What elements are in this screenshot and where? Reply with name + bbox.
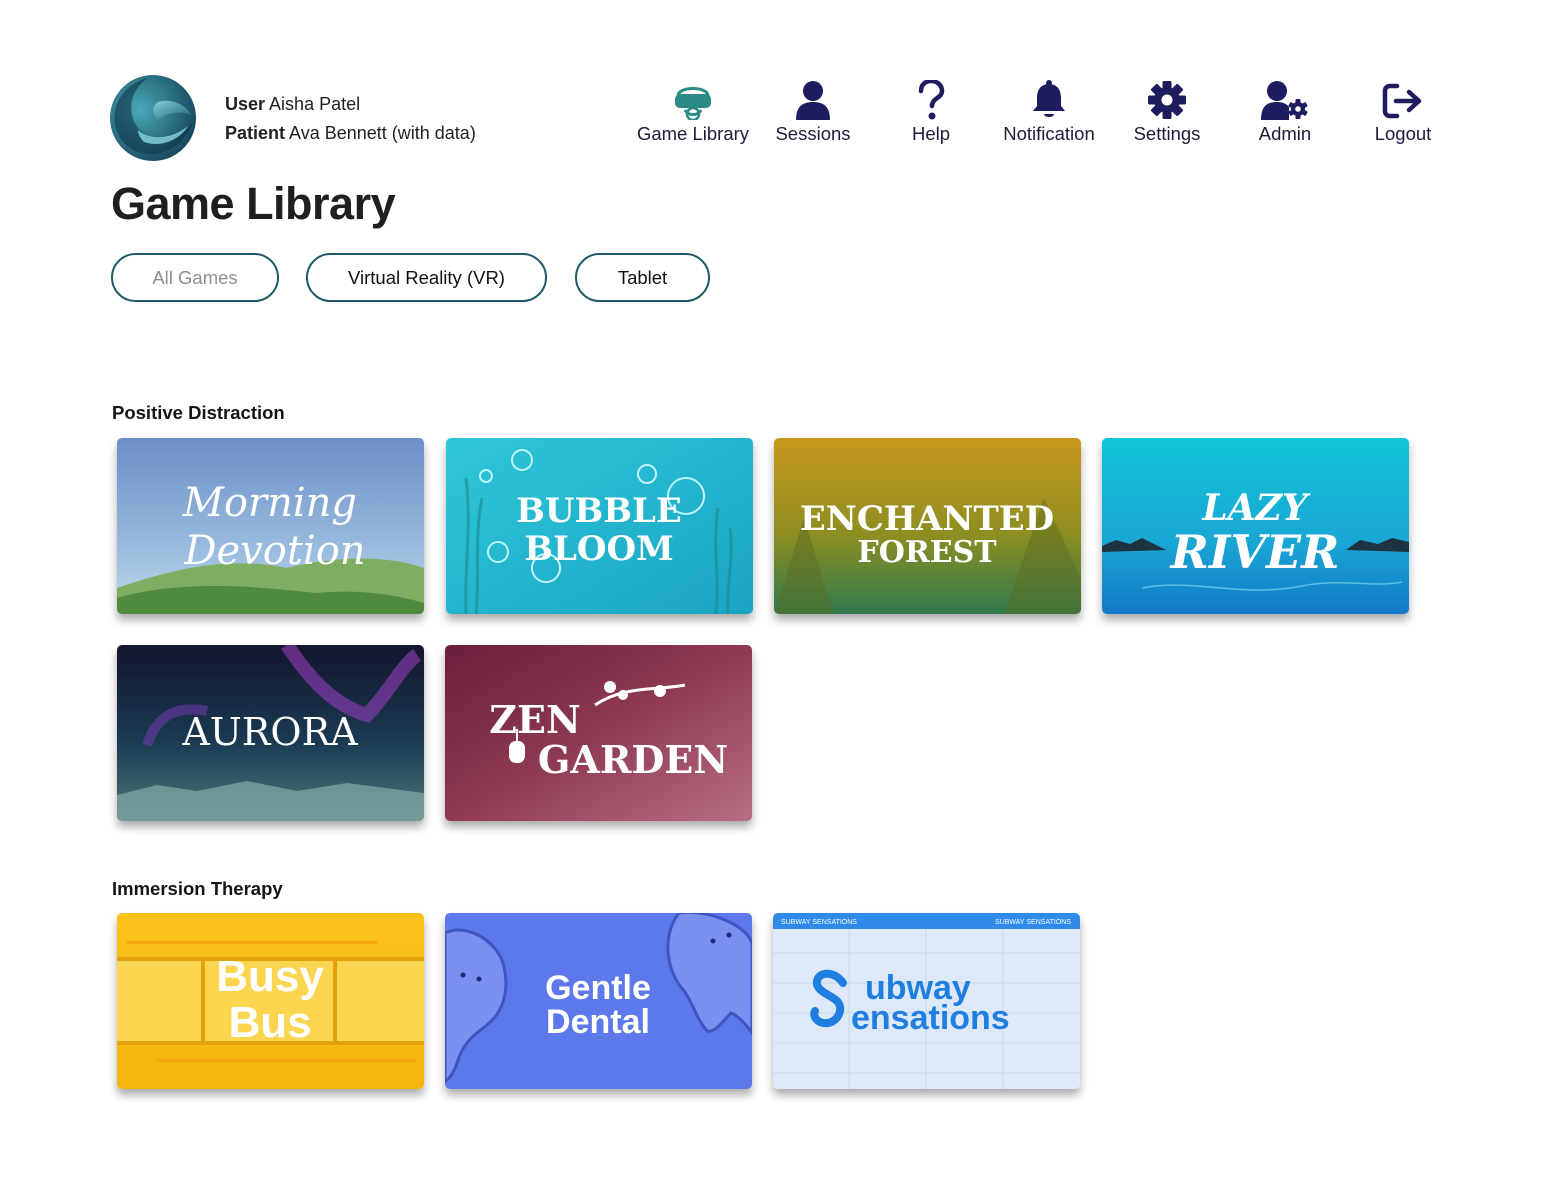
game-title-line2: GARDEN: [538, 737, 728, 782]
nav-game-library[interactable]: Game Library: [623, 76, 763, 145]
game-title-line1: ZEN: [489, 697, 580, 742]
bell-icon: [1033, 80, 1065, 117]
logout-icon: [1382, 83, 1422, 119]
game-card-aurora[interactable]: AURORA: [117, 645, 424, 821]
filter-virtual-reality[interactable]: Virtual Reality (VR): [306, 253, 547, 302]
game-thumbnail-lazy-river: LAZY RIVER: [1102, 438, 1409, 614]
banner-right-text: SUBWAY SENSATIONS: [995, 919, 1071, 926]
user-name: Aisha Patel: [269, 94, 361, 114]
game-title-line1: BUBBLE: [516, 491, 682, 531]
game-title-line1: ENCHANTED: [800, 499, 1054, 539]
game-thumbnail-enchanted-forest: ENCHANTED FOREST: [774, 438, 1081, 614]
game-card-gentle-dental[interactable]: Gentle Dental: [445, 913, 752, 1089]
nav-label-game-library: Game Library: [636, 123, 750, 144]
user-icon: [796, 81, 830, 120]
game-title-line1: Gentle: [545, 969, 651, 1007]
question-icon: [918, 80, 945, 120]
game-thumbnail-gentle-dental: Gentle Dental: [445, 913, 752, 1089]
filter-all-games[interactable]: All Games: [111, 253, 279, 302]
game-title-line1: Busy: [216, 952, 324, 1001]
game-thumbnail-aurora: AURORA: [117, 645, 424, 821]
game-title-line2: RIVER: [1169, 525, 1340, 579]
game-title-line2: Bus: [228, 998, 311, 1047]
user-info: User Aisha Patel Patient Ava Bennett (wi…: [225, 90, 476, 148]
game-thumbnail-morning-devotion: Morning Devotion: [117, 438, 424, 614]
gear-icon: [1148, 81, 1186, 119]
game-card-enchanted-forest[interactable]: ENCHANTED FOREST: [774, 438, 1081, 614]
game-title-line2: FOREST: [857, 535, 997, 570]
game-thumbnail-bubble-bloom: BUBBLE BLOOM: [446, 438, 753, 614]
game-thumbnail-busy-bus: Busy Bus: [117, 913, 424, 1089]
game-card-busy-bus[interactable]: Busy Bus: [117, 913, 424, 1089]
app-logo: [110, 75, 196, 161]
section-title-positive-distraction: Positive Distraction: [112, 402, 285, 423]
game-card-subway-sensations[interactable]: SUBWAY SENSATIONS SUBWAY SENSATIONS ubwa…: [773, 913, 1080, 1089]
section-title-immersion-therapy: Immersion Therapy: [112, 878, 283, 899]
game-title-line2: Devotion: [183, 528, 365, 574]
game-title-line1: LAZY: [1201, 487, 1311, 529]
game-card-lazy-river[interactable]: LAZY RIVER: [1102, 438, 1409, 614]
game-title-line2: BLOOM: [524, 529, 674, 569]
game-card-morning-devotion[interactable]: Morning Devotion: [117, 438, 424, 614]
game-title-line1: Morning: [182, 480, 357, 526]
user-gear-icon: [1261, 81, 1308, 120]
game-title-line2: ensations: [851, 999, 1010, 1037]
nav-logout[interactable]: Logout: [1333, 76, 1473, 145]
patient-label: Patient: [225, 123, 286, 143]
game-card-bubble-bloom[interactable]: BUBBLE BLOOM: [446, 438, 753, 614]
patient-line: Patient Ava Bennett (with data): [225, 119, 476, 148]
user-label: User: [225, 94, 266, 114]
vr-headset-icon: [675, 87, 711, 120]
nav-label-logout: Logout: [1374, 123, 1432, 144]
game-title-line1: AURORA: [181, 710, 358, 754]
user-line: User Aisha Patel: [225, 90, 476, 119]
game-title-line2: Dental: [546, 1003, 650, 1041]
game-thumbnail-zen-garden: ZEN GARDEN: [445, 645, 752, 821]
patient-name: Ava Bennett (with data): [289, 123, 476, 143]
banner-left-text: SUBWAY SENSATIONS: [781, 919, 857, 926]
page-title: Game Library: [111, 178, 396, 229]
game-thumbnail-subway-sensations: SUBWAY SENSATIONS SUBWAY SENSATIONS ubwa…: [773, 913, 1080, 1089]
filter-tablet[interactable]: Tablet: [575, 253, 710, 302]
game-card-zen-garden[interactable]: ZEN GARDEN: [445, 645, 752, 821]
